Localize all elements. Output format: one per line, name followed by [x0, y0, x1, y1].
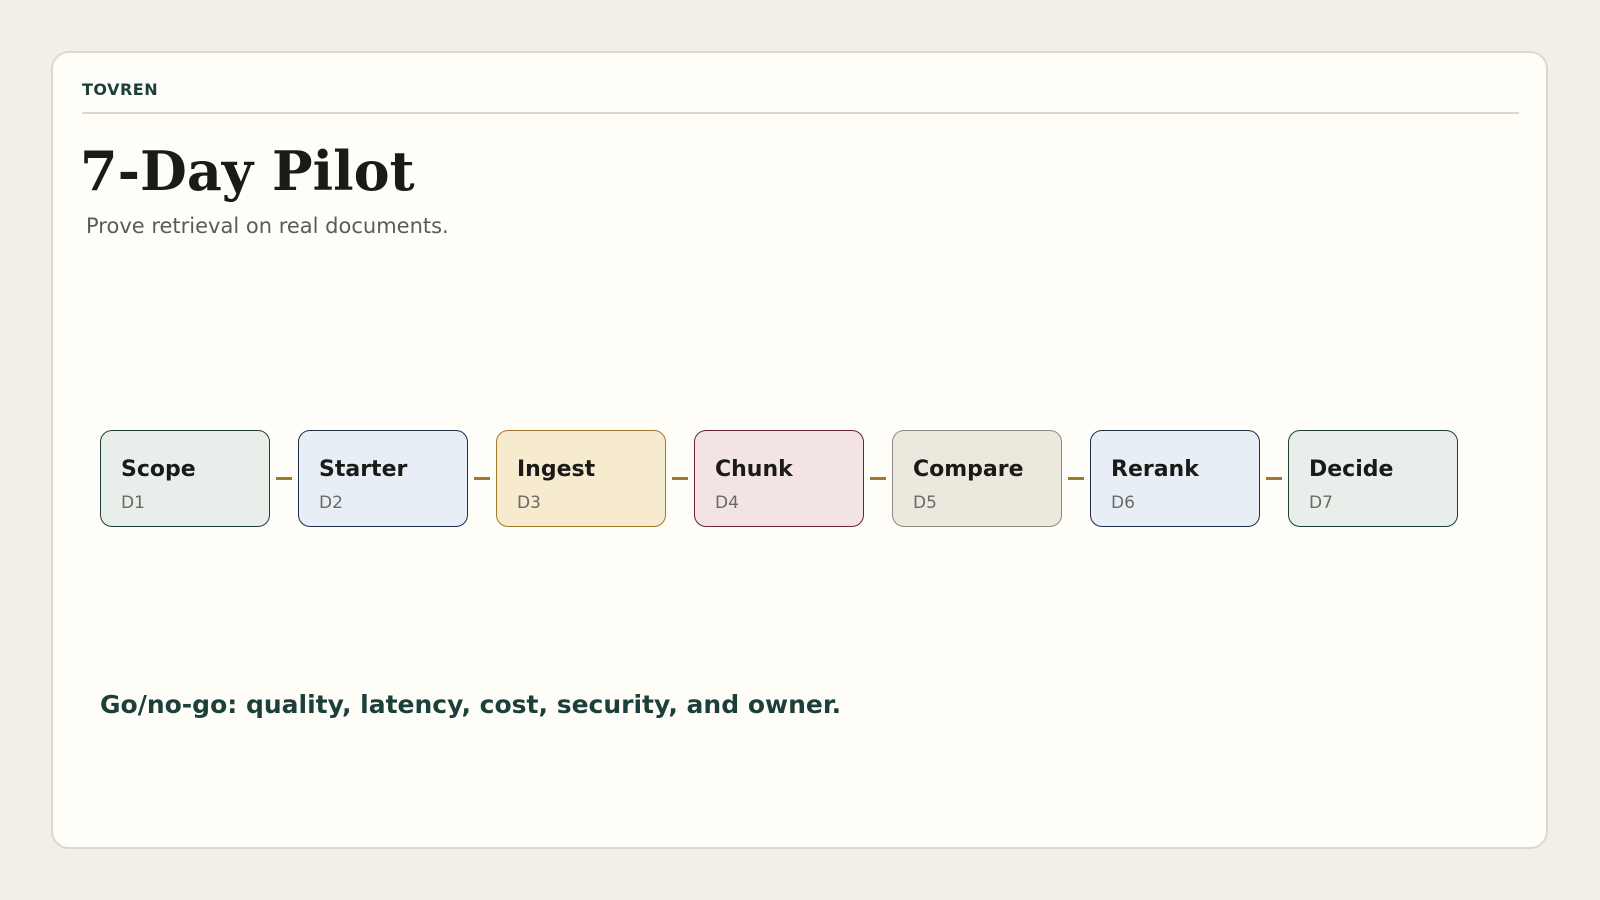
- header-divider: [82, 112, 1519, 114]
- step-box-ingest: Ingest D3: [496, 430, 666, 527]
- step-day: D1: [121, 493, 145, 513]
- step-label: Rerank: [1111, 457, 1199, 482]
- step-day: D3: [517, 493, 541, 513]
- step-label: Chunk: [715, 457, 793, 482]
- step-label: Scope: [121, 457, 196, 482]
- step-connector: [276, 477, 292, 480]
- step-day: D7: [1309, 493, 1333, 513]
- step-connector: [1266, 477, 1282, 480]
- step-label: Decide: [1309, 457, 1394, 482]
- step-connector: [672, 477, 688, 480]
- step-connector: [1068, 477, 1084, 480]
- page-title: 7-Day Pilot: [80, 139, 415, 203]
- step-day: D6: [1111, 493, 1135, 513]
- step-box-compare: Compare D5: [892, 430, 1062, 527]
- page-subtitle: Prove retrieval on real documents.: [86, 214, 449, 238]
- step-day: D4: [715, 493, 739, 513]
- brand-label: TOVREN: [82, 80, 159, 99]
- step-box-starter: Starter D2: [298, 430, 468, 527]
- go-no-go-note: Go/no-go: quality, latency, cost, securi…: [100, 690, 842, 719]
- step-box-scope: Scope D1: [100, 430, 270, 527]
- step-label: Starter: [319, 457, 408, 482]
- step-connector: [474, 477, 490, 480]
- step-label: Compare: [913, 457, 1024, 482]
- step-box-chunk: Chunk D4: [694, 430, 864, 527]
- step-day: D5: [913, 493, 937, 513]
- step-day: D2: [319, 493, 343, 513]
- step-label: Ingest: [517, 457, 596, 482]
- step-connector: [870, 477, 886, 480]
- step-box-rerank: Rerank D6: [1090, 430, 1260, 527]
- step-box-decide: Decide D7: [1288, 430, 1458, 527]
